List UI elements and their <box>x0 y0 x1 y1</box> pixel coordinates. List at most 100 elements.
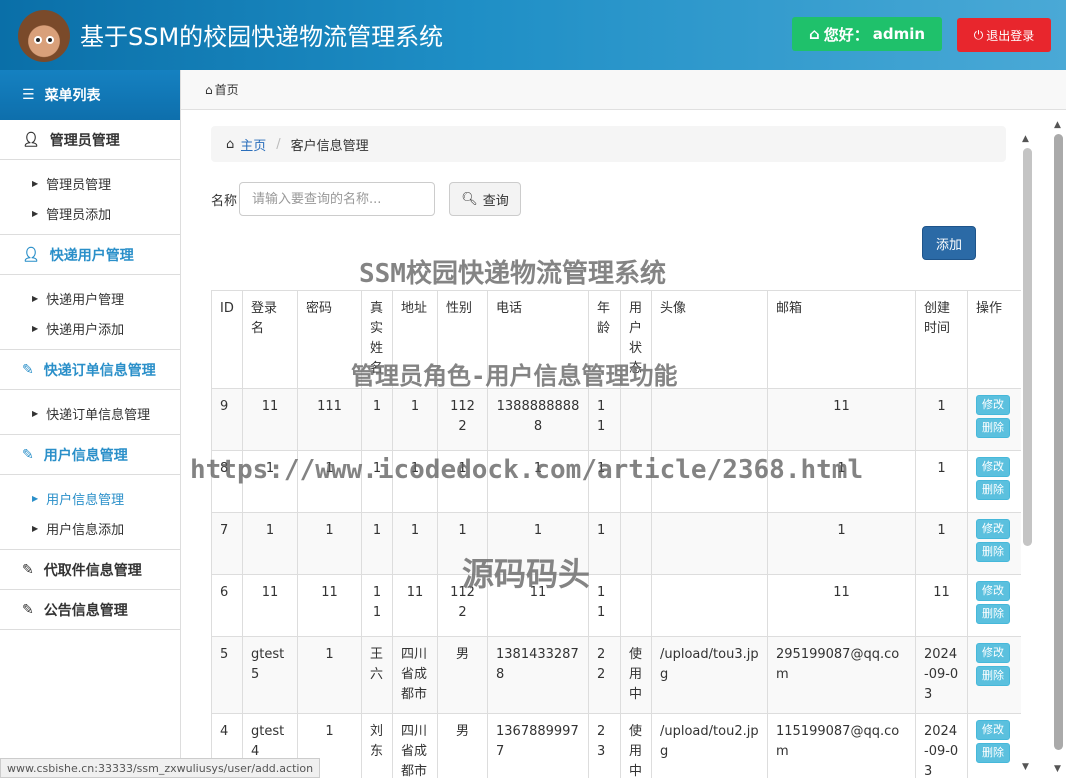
column-header: 电话 <box>487 290 589 389</box>
table-cell-id: 5 <box>211 636 243 714</box>
edit-button[interactable]: 修改 <box>976 457 1010 477</box>
column-header: 真实姓名 <box>361 290 393 389</box>
app-header: 基于SSM的校园快递物流管理系统 ⌂ 您好： admin ⏻ 退出登录 <box>0 0 1066 70</box>
table-cell-avatar: /upload/tou3.jpg <box>651 636 768 714</box>
table-cell-sex: 1122 <box>437 574 488 637</box>
table-cell-age: 1 <box>588 450 621 513</box>
table-cell-avatar <box>651 388 768 451</box>
sidebar-item-user-info-manage[interactable]: ▶ 用户信息管理 <box>0 483 180 513</box>
username: admin <box>872 25 926 43</box>
table-row: 8 1 1 1 1 1 1 1 1 1 修改 删除 <box>211 450 1021 513</box>
table-cell-email: 1 <box>767 450 916 513</box>
breadcrumb-home-link[interactable]: 主页 <box>240 135 266 154</box>
sidebar-item-courier-add[interactable]: ▶ 快递用户添加 <box>0 313 180 343</box>
page-scroll-thumb[interactable] <box>1054 134 1063 750</box>
page-scroll-up-icon[interactable]: ▲ <box>1054 120 1061 130</box>
sidebar-item-orders-manage[interactable]: ▶ 快递订单信息管理 <box>0 398 180 428</box>
sidebar-item-label: 快递订单信息管理 <box>46 407 151 423</box>
sidebar-group-courier-users[interactable]: 👤︎ 快递用户管理 <box>0 235 180 275</box>
page-scroll-down-icon[interactable]: ▼ <box>1054 764 1061 774</box>
breadcrumb-current: 客户信息管理 <box>290 138 369 154</box>
sidebar-item-admin-add[interactable]: ▶ 管理员添加 <box>0 198 180 228</box>
table-cell-id: 8 <box>211 450 243 513</box>
scroll-down-arrow-icon[interactable]: ▼ <box>1022 762 1029 772</box>
column-header: 地址 <box>392 290 438 389</box>
scroll-up-arrow-icon[interactable]: ▲ <box>1022 134 1029 144</box>
table-cell-name: 1 <box>361 450 393 513</box>
table-cell-name: 11 <box>361 574 393 637</box>
table-cell-sex: 男 <box>437 713 488 778</box>
search-button-label: 查询 <box>482 193 509 209</box>
caret-right-icon: ▶ <box>32 208 39 218</box>
app-title: 基于SSM的校园快递物流管理系统 <box>80 23 444 51</box>
add-button[interactable]: 添加 <box>922 226 976 260</box>
table-row: 5 gtest5 1 王六 四川省成都市男 13814332878 22 使用中/upload… <box>211 636 1021 714</box>
sidebar-group-orders[interactable]: ✎ 快递订单信息管理 <box>0 350 180 390</box>
tab-home[interactable]: 首页 <box>215 81 239 98</box>
sidebar-item-admin-manage[interactable]: ▶ 管理员管理 <box>0 168 180 198</box>
sidebar-group-pickup[interactable]: ✎ 代取件信息管理 <box>0 550 180 590</box>
delete-button[interactable]: 删除 <box>976 480 1010 500</box>
table-cell-state: 使用中 <box>620 636 652 714</box>
logout-button[interactable]: ⏻ 退出登录 <box>957 18 1051 52</box>
edit-button[interactable]: 修改 <box>976 720 1010 740</box>
user-table: ID 登录名 密码 真实姓名 地址 性别 电话 年龄 用户状态 头像 邮箱 创建… <box>211 290 1021 778</box>
sidebar-group-notices[interactable]: ✎ 公告信息管理 <box>0 590 180 630</box>
table-cell-id: 9 <box>211 388 243 451</box>
delete-button[interactable]: 删除 <box>976 743 1010 763</box>
table-cell-actions: 修改 删除 <box>967 388 1021 451</box>
delete-button[interactable]: 删除 <box>976 666 1010 686</box>
edit-button[interactable]: 修改 <box>976 643 1010 663</box>
sidebar-item-label: 快递用户添加 <box>46 322 125 338</box>
column-header: 用户状态 <box>620 290 652 389</box>
edit-button[interactable]: 修改 <box>976 395 1010 415</box>
table-cell-name: 1 <box>361 388 393 451</box>
table-cell-phone: 13678899977 <box>487 713 589 778</box>
delete-button[interactable]: 删除 <box>976 542 1010 562</box>
table-cell-login: gtest5 <box>242 636 298 714</box>
table-cell-login: 11 <box>242 388 298 451</box>
column-header: 邮箱 <box>767 290 916 389</box>
sidebar-group-label: 用户信息管理 <box>43 447 128 464</box>
table-row: 6 11 11 11 11 1122 11 11 11 11 修改 删除 <box>211 574 1021 637</box>
column-header: 登录名 <box>242 290 298 389</box>
table-cell-name: 王六 <box>361 636 393 714</box>
table-row: 9 11 111 1 1 1122 13888888888 11 11 1 修改 删除 <box>211 388 1021 451</box>
edit-button[interactable]: 修改 <box>976 519 1010 539</box>
table-cell-sex: 1 <box>437 450 488 513</box>
menu-heading-label: 菜单列表 <box>44 88 101 104</box>
sidebar-item-user-info-add[interactable]: ▶ 用户信息添加 <box>0 513 180 543</box>
delete-button[interactable]: 删除 <box>976 604 1010 624</box>
status-bar-url: www.csbishe.cn:33333/ssm_zxwuliusys/user… <box>0 758 321 778</box>
sidebar-item-courier-manage[interactable]: ▶ 快递用户管理 <box>0 283 180 313</box>
table-cell-age: 1 <box>588 512 621 575</box>
table-cell-state <box>620 574 652 637</box>
table-cell-phone: 13814332878 <box>487 636 589 714</box>
edit-icon: ✎ <box>22 446 34 463</box>
table-cell-actions: 修改 删除 <box>967 636 1021 714</box>
table-cell-phone: 11 <box>487 574 589 637</box>
sidebar-group-user-info[interactable]: ✎ 用户信息管理 <box>0 435 180 475</box>
sidebar: ☰ 菜单列表 👤︎ 管理员管理 ▶ 管理员管理 ▶ 管理员添加 👤︎ 快递用户管理 … <box>0 70 181 778</box>
search-input[interactable] <box>239 182 435 216</box>
caret-right-icon: ▶ <box>32 178 39 188</box>
breadcrumb: ⌂ 主页 / 客户信息管理 <box>211 126 1006 162</box>
search-button[interactable]: 🔍︎ 查询 <box>449 182 521 216</box>
table-cell-name: 1 <box>361 512 393 575</box>
table-cell-phone: 1 <box>487 512 589 575</box>
home-icon: ⌂ <box>226 136 235 152</box>
home-icon: ⌂ <box>808 25 820 43</box>
table-cell-avatar <box>651 450 768 513</box>
edit-icon: ✎ <box>22 361 34 378</box>
table-cell-pwd: 1 <box>297 450 362 513</box>
edit-icon: ✎ <box>22 601 34 618</box>
sidebar-group-admin[interactable]: 👤︎ 管理员管理 <box>0 120 180 160</box>
edit-button[interactable]: 修改 <box>976 581 1010 601</box>
table-cell-state: 使用中 <box>620 713 652 778</box>
user-greeting-button[interactable]: ⌂ 您好： admin <box>792 17 942 51</box>
table-cell-phone: 13888888888 <box>487 388 589 451</box>
delete-button[interactable]: 删除 <box>976 418 1010 438</box>
breadcrumb-separator: / <box>276 136 281 152</box>
user-icon: 👤︎ <box>22 131 40 148</box>
content-scroll-thumb[interactable] <box>1023 148 1032 546</box>
